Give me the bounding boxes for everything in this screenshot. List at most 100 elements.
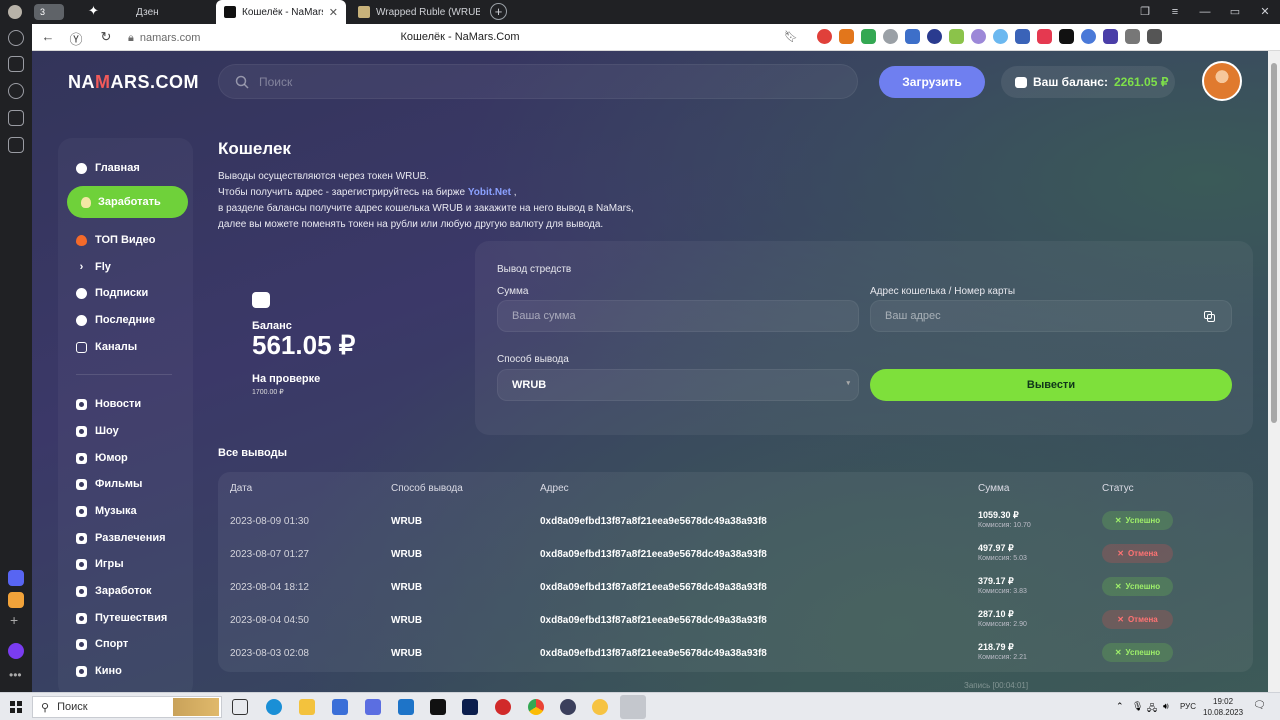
- tab-namars[interactable]: Кошелёк - NaMars.Com ✕: [216, 0, 346, 24]
- discord-icon[interactable]: [8, 570, 24, 586]
- shield-icon[interactable]: [861, 29, 876, 44]
- sidebar-item-category[interactable]: Шоу: [76, 421, 119, 441]
- sidebar-item-category[interactable]: Путешествия: [76, 608, 167, 628]
- notes-icon[interactable]: [8, 56, 24, 72]
- edge-icon[interactable]: [266, 699, 282, 715]
- search-input[interactable]: [259, 74, 819, 89]
- record-icon[interactable]: [495, 699, 511, 715]
- yobit-link[interactable]: Yobit.Net: [468, 187, 511, 198]
- sidebar-item-category[interactable]: Развлечения: [76, 528, 166, 548]
- task-view-icon[interactable]: [232, 699, 248, 715]
- sidebar-item-fly[interactable]: › Fly: [76, 257, 111, 277]
- clock[interactable]: 19:02 10.08.2023: [1203, 696, 1243, 718]
- history-icon[interactable]: [8, 30, 24, 46]
- mic-icon[interactable]: 🎙︎: [1132, 701, 1143, 712]
- upload-button[interactable]: Загрузить: [879, 66, 985, 98]
- scrollbar[interactable]: [1268, 51, 1280, 692]
- a-icon[interactable]: [949, 29, 964, 44]
- close-icon[interactable]: ✕: [329, 6, 338, 19]
- minimize-icon[interactable]: —: [1190, 0, 1220, 24]
- profile-icon[interactable]: [8, 5, 22, 19]
- network-icon[interactable]: 🖧︎: [1147, 701, 1157, 717]
- yandex-browser-icon[interactable]: [620, 695, 646, 719]
- emoji-icon[interactable]: [592, 699, 608, 715]
- menu-icon[interactable]: ≡: [1160, 0, 1190, 24]
- language-indicator[interactable]: РУС: [1180, 702, 1196, 711]
- s-icon[interactable]: [8, 110, 24, 126]
- category-icon: [76, 558, 87, 570]
- photoshop-icon[interactable]: [462, 699, 478, 715]
- chrome-icon[interactable]: [528, 699, 544, 715]
- method-select[interactable]: WRUB ▾: [497, 369, 859, 401]
- drop-icon[interactable]: [993, 29, 1008, 44]
- pocket-icon[interactable]: [1037, 29, 1052, 44]
- sync-icon[interactable]: [1081, 29, 1096, 44]
- explorer-icon[interactable]: [299, 699, 315, 715]
- status-text: Успешно: [1125, 516, 1161, 525]
- mail-icon[interactable]: [8, 592, 24, 608]
- browser-sidebar: + •••: [0, 24, 32, 692]
- sidebar-item-home[interactable]: Главная: [76, 158, 140, 178]
- sidebar-item-category[interactable]: Заработок: [76, 581, 152, 601]
- k-icon[interactable]: [1015, 29, 1030, 44]
- sidebar-item-top-video[interactable]: ТОП Видео: [76, 230, 156, 250]
- amount-input[interactable]: [512, 310, 824, 322]
- tab-counter[interactable]: 3: [34, 4, 64, 20]
- globe-icon[interactable]: [883, 29, 898, 44]
- notifications-icon[interactable]: 🗨︎: [1253, 700, 1266, 711]
- search-icon: [235, 75, 249, 89]
- camera-icon[interactable]: [8, 137, 24, 153]
- header-balance[interactable]: Ваш баланс: 2261.05 ₽: [1001, 66, 1175, 98]
- metamask-icon[interactable]: [839, 29, 854, 44]
- translate-icon[interactable]: [905, 29, 920, 44]
- sidebar-item-category[interactable]: Фильмы: [76, 474, 142, 494]
- row-address: 0xd8a09efbd13f87a8f21eea9e5678dc49a38a93…: [540, 516, 767, 527]
- tab-wrub[interactable]: Wrapped Ruble (WRUB) To: [350, 0, 490, 24]
- taskbar-search[interactable]: ⚲ Поиск: [32, 696, 222, 718]
- cloud-icon[interactable]: [971, 29, 986, 44]
- avatar[interactable]: [1202, 61, 1242, 101]
- copy-icon[interactable]: [1204, 311, 1215, 322]
- chat-icon[interactable]: [1103, 29, 1118, 44]
- video-icon[interactable]: [8, 83, 24, 99]
- more-icon[interactable]: •••: [9, 668, 22, 682]
- x-icon[interactable]: [1059, 29, 1074, 44]
- sidebar-item-category[interactable]: Новости: [76, 394, 141, 414]
- volume-icon[interactable]: 🔊︎: [1163, 701, 1169, 712]
- windows-start-icon[interactable]: [10, 701, 22, 713]
- bookmark-icon[interactable]: 🔖︎: [784, 30, 798, 43]
- media-icon[interactable]: [365, 699, 381, 715]
- obs-icon[interactable]: [560, 699, 576, 715]
- restore-icon[interactable]: ▭: [1220, 0, 1250, 24]
- sidebar-item-category[interactable]: Музыка: [76, 501, 137, 521]
- address-input[interactable]: [885, 310, 1185, 322]
- store-icon[interactable]: [332, 699, 348, 715]
- sidebar-item-category[interactable]: Спорт: [76, 634, 128, 654]
- play-icon[interactable]: [927, 29, 942, 44]
- add-icon[interactable]: +: [10, 612, 18, 628]
- alice-icon[interactable]: [8, 643, 24, 659]
- add-tab-icon[interactable]: +: [490, 3, 507, 20]
- mail-icon[interactable]: [398, 699, 414, 715]
- subscriptions-icon: [76, 287, 87, 299]
- withdraw-button[interactable]: Вывести: [870, 369, 1232, 401]
- puzzle-icon[interactable]: [1125, 29, 1140, 44]
- tray-up-icon[interactable]: ⌃: [1116, 701, 1124, 712]
- close-window-icon[interactable]: ✕: [1250, 0, 1280, 24]
- scrollbar-thumb[interactable]: [1271, 63, 1277, 423]
- download-icon[interactable]: [1147, 29, 1162, 44]
- sidebar-item-earn[interactable]: Заработать: [67, 186, 188, 218]
- capcut-icon[interactable]: [430, 699, 446, 715]
- sidebar-item-subscriptions[interactable]: Подписки: [76, 283, 148, 303]
- site-logo[interactable]: NAMARS.COM: [68, 72, 199, 93]
- sidebar-item-category[interactable]: Кино: [76, 661, 122, 681]
- sidebar-item-channels[interactable]: Каналы: [76, 337, 137, 357]
- sidebar-item-category[interactable]: Игры: [76, 554, 124, 574]
- sidebar-item-category[interactable]: Юмор: [76, 448, 128, 468]
- sidebar-item-recent[interactable]: Последние: [76, 310, 155, 330]
- adblock-icon[interactable]: [817, 29, 832, 44]
- collections-icon[interactable]: ❐: [1130, 0, 1160, 24]
- sidebar-item-label: Подписки: [95, 287, 149, 299]
- tab-dzen[interactable]: Дзен: [128, 0, 212, 24]
- new-tab-icon[interactable]: ✦: [88, 3, 99, 19]
